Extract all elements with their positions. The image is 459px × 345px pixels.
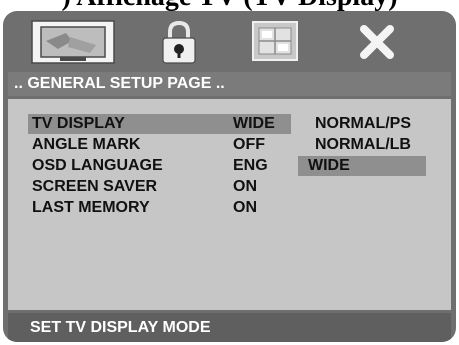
close-icon[interactable] (354, 19, 400, 70)
lock-icon[interactable] (159, 19, 199, 70)
setting-label: LAST MEMORY (32, 199, 150, 216)
tv-setup-icon[interactable] (30, 19, 116, 70)
option-label: NORMAL/LB (315, 136, 411, 153)
setting-value: ENG (233, 157, 268, 174)
setting-row-screen-saver[interactable]: SCREEN SAVER ON (8, 177, 451, 197)
option-label: NORMAL/PS (315, 115, 411, 132)
grid-settings-icon[interactable] (250, 19, 300, 70)
option-label: WIDE (308, 157, 350, 174)
setting-label: TV DISPLAY (32, 115, 125, 132)
setting-label: ANGLE MARK (32, 136, 141, 153)
menu-icon-bar (3, 11, 456, 69)
setting-label: SCREEN SAVER (32, 178, 158, 195)
option-normal-ps[interactable]: NORMAL/PS (306, 114, 428, 134)
setting-label: OSD LANGUAGE (32, 157, 163, 174)
setting-row-last-memory[interactable]: LAST MEMORY ON (8, 198, 451, 218)
setting-value: WIDE (233, 115, 275, 132)
setting-value: OFF (233, 136, 265, 153)
setting-value: ON (233, 199, 257, 216)
option-wide[interactable]: WIDE (298, 156, 426, 176)
settings-panel: TV DISPLAY WIDE ANGLE MARK OFF OSD LANGU… (8, 99, 451, 310)
option-normal-lb[interactable]: NORMAL/LB (306, 135, 428, 155)
osd-screen: .. GENERAL SETUP PAGE .. TV DISPLAY WIDE… (3, 11, 456, 342)
status-bar: SET TV DISPLAY MODE (8, 313, 451, 342)
setting-value: ON (233, 178, 257, 195)
page-title: .. GENERAL SETUP PAGE .. (8, 72, 451, 96)
